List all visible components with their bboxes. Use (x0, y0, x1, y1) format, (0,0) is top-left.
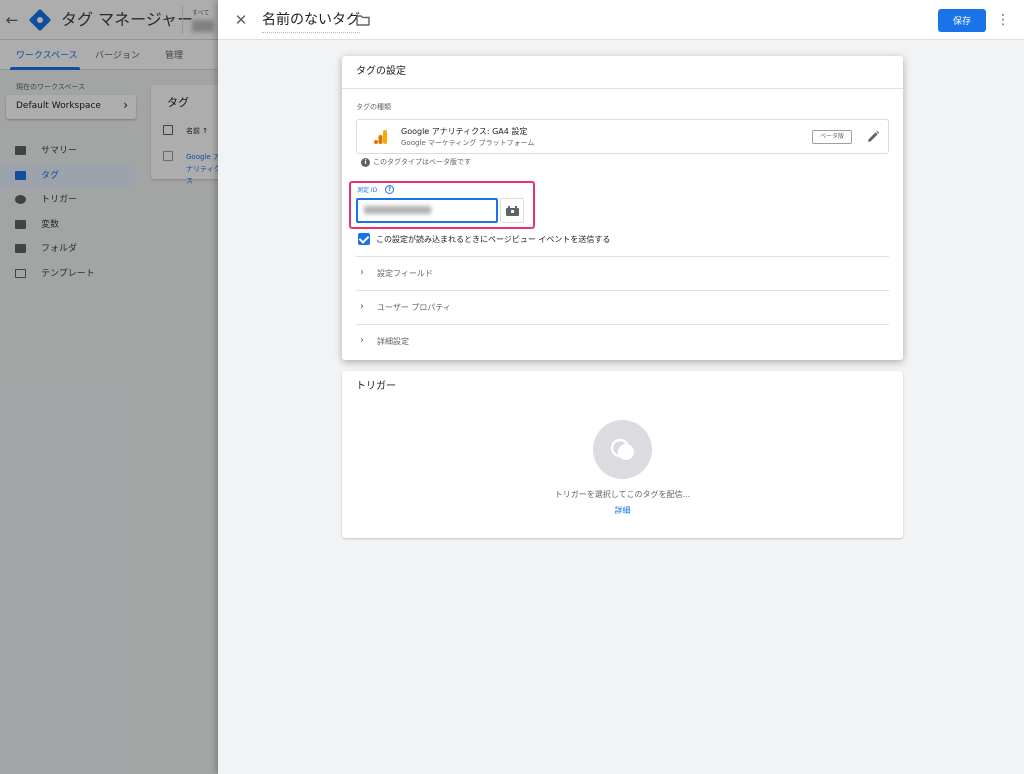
add-trigger-button[interactable] (593, 420, 652, 479)
tag-configuration-card: タグの設定 タグの種類 Google アナリティクス: GA4 設定 Googl… (342, 56, 903, 360)
user-properties-expander[interactable]: › ユーザー プロパティ (356, 290, 889, 324)
measurement-id-label: 測定 ID (357, 187, 378, 194)
folder-icon[interactable] (356, 13, 370, 27)
trigger-details-link[interactable]: 詳細 (342, 505, 903, 516)
save-button[interactable]: 保存 (938, 9, 986, 32)
fields-to-set-expander[interactable]: › 設定フィールド (356, 256, 889, 290)
measurement-id-value-redacted (364, 206, 431, 214)
close-icon[interactable]: ✕ (232, 11, 250, 29)
panel-header: ✕ 名前のないタグ 保存 ⋮ (218, 0, 1024, 40)
variable-picker-button[interactable] (500, 198, 524, 223)
expander-label: 設定フィールド (377, 269, 433, 278)
chevron-right-icon: › (360, 267, 364, 278)
variable-picker-icon (506, 206, 519, 216)
tag-editor-panel: ✕ 名前のないタグ 保存 ⋮ タグの設定 タグの種類 Google アナリティク… (218, 0, 1024, 774)
trigger-card-title: トリガー (356, 381, 396, 392)
tag-type-label: タグの種類 (356, 103, 391, 111)
beta-note: このタグタイプはベータ版です (373, 158, 471, 166)
tag-name-title[interactable]: 名前のないタグ (262, 9, 360, 33)
advanced-settings-expander[interactable]: › 詳細設定 (356, 324, 889, 358)
modal-backdrop[interactable] (0, 0, 218, 774)
chevron-right-icon: › (360, 301, 364, 312)
more-vert-icon[interactable]: ⋮ (996, 10, 1010, 30)
expander-label: 詳細設定 (377, 337, 409, 346)
info-icon: i (361, 158, 370, 167)
send-pageview-checkbox[interactable] (358, 233, 370, 245)
chevron-right-icon: › (360, 335, 364, 346)
beta-badge: ベータ版 (812, 130, 852, 144)
ga-icon (374, 130, 387, 144)
edit-icon[interactable] (866, 130, 880, 144)
tag-type-name: Google アナリティクス: GA4 設定 (401, 127, 528, 136)
send-pageview-label: この設定が読み込まれるときにページビュー イベントを送信する (376, 235, 611, 244)
tag-type-vendor: Google マーケティング プラットフォーム (401, 139, 535, 147)
trigger-hint: トリガーを選択してこのタグを配信... (554, 490, 691, 499)
trigger-placeholder-icon (610, 438, 634, 460)
expander-label: ユーザー プロパティ (377, 303, 451, 312)
config-card-title: タグの設定 (356, 66, 406, 77)
tag-type-selector[interactable]: Google アナリティクス: GA4 設定 Google マーケティング プラ… (356, 119, 889, 154)
card-divider (342, 88, 903, 89)
help-icon[interactable]: ? (385, 185, 394, 194)
triggering-card: トリガー トリガーを選択してこのタグを配信... 詳細 (342, 371, 903, 538)
